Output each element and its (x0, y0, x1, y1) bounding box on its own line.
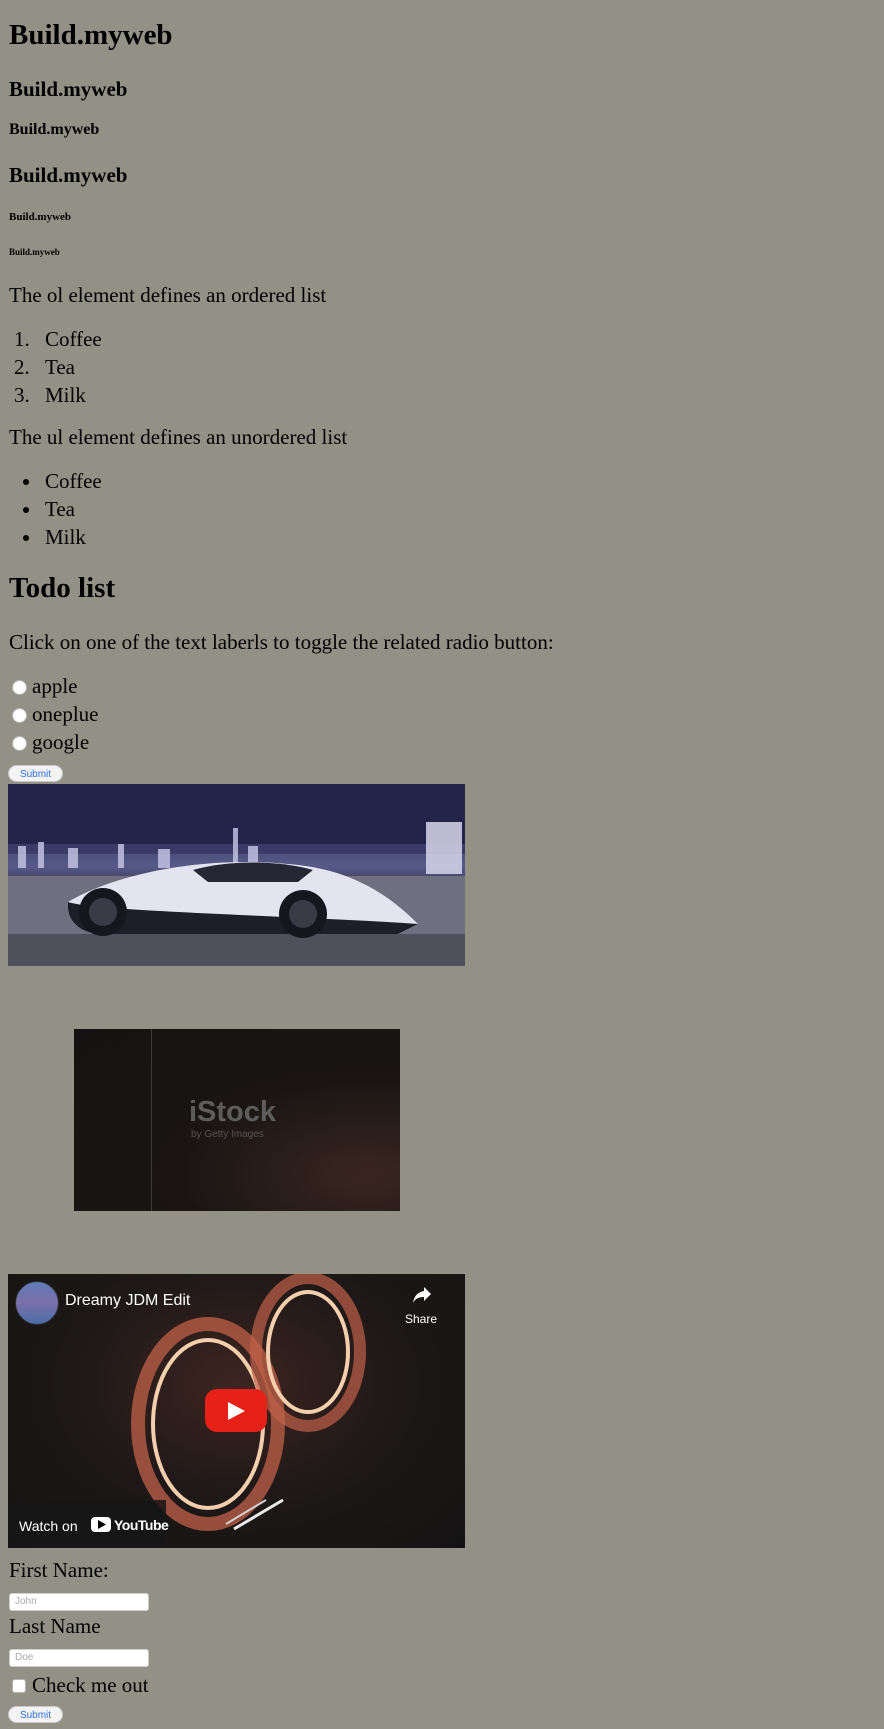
last-name-input[interactable]: Doe (9, 1649, 149, 1667)
radio-button[interactable] (12, 736, 27, 751)
check-me-out-label[interactable]: Check me out (32, 1671, 149, 1699)
youtube-embed[interactable]: Dreamy JDM Edit Share Watch on YouTube (8, 1274, 465, 1548)
list-item-label: Coffee (45, 469, 102, 493)
heading-6: Build.myweb (9, 247, 60, 257)
istock-watermark-sub: by Getty Images (191, 1129, 264, 1140)
ordered-list-intro: The ol element defines an ordered list (9, 283, 327, 307)
video-title[interactable]: Dreamy JDM Edit (65, 1292, 190, 1310)
istock-image: iStock by Getty Images (74, 1029, 400, 1211)
watch-on-label[interactable]: Watch on (19, 1518, 78, 1534)
share-label[interactable]: Share (405, 1312, 437, 1326)
heading-3: Build.myweb (9, 121, 100, 138)
play-icon (228, 1402, 245, 1420)
radio-label[interactable]: apple (32, 673, 77, 699)
list-item-label: Coffee (45, 327, 102, 351)
heading-5: Build.myweb (9, 211, 72, 223)
form-submit-button[interactable]: Submit (8, 1706, 63, 1723)
car-illustration (8, 784, 465, 966)
todo-description: Click on one of the text laberls to togg… (9, 630, 554, 654)
list-item-label: Tea (45, 497, 76, 521)
radio-button[interactable] (12, 680, 27, 695)
list-item-number: 3. (14, 383, 30, 407)
list-item-number: 1. (14, 327, 30, 351)
list-item-number: 2. (14, 355, 30, 379)
bullet-icon (23, 507, 29, 513)
youtube-wordmark: YouTube (114, 1517, 169, 1533)
todo-title: Todo list (9, 572, 116, 604)
heading-1: Build.myweb (9, 19, 173, 51)
todo-submit-button[interactable]: Submit (8, 765, 63, 782)
car-image (8, 784, 465, 966)
unordered-list-intro: The ul element defines an unordered list (9, 425, 348, 449)
play-button[interactable] (205, 1389, 267, 1432)
channel-avatar[interactable] (15, 1281, 59, 1325)
list-item-label: Milk (45, 525, 86, 549)
scratch-line (151, 1029, 152, 1211)
radio-label[interactable]: oneplue (32, 701, 98, 727)
check-me-out-checkbox[interactable] (12, 1679, 26, 1693)
heading-4: Build.myweb (9, 163, 128, 187)
heading-2: Build.myweb (9, 77, 128, 101)
list-item-label: Tea (45, 355, 76, 379)
last-name-label: Last Name (9, 1614, 101, 1638)
radio-label[interactable]: google (32, 729, 89, 755)
bullet-icon (23, 479, 29, 485)
youtube-logo-icon (91, 1517, 111, 1532)
watch-on-youtube-link[interactable]: Watch on YouTube (8, 1500, 169, 1548)
first-name-label: First Name: (9, 1558, 109, 1582)
radio-button[interactable] (12, 708, 27, 723)
share-icon[interactable] (412, 1286, 432, 1304)
list-item-label: Milk (45, 383, 86, 407)
bullet-icon (23, 535, 29, 541)
istock-watermark: iStock (189, 1096, 277, 1128)
youtube-play-glyph-icon (98, 1520, 106, 1529)
first-name-input[interactable]: John (9, 1593, 149, 1611)
